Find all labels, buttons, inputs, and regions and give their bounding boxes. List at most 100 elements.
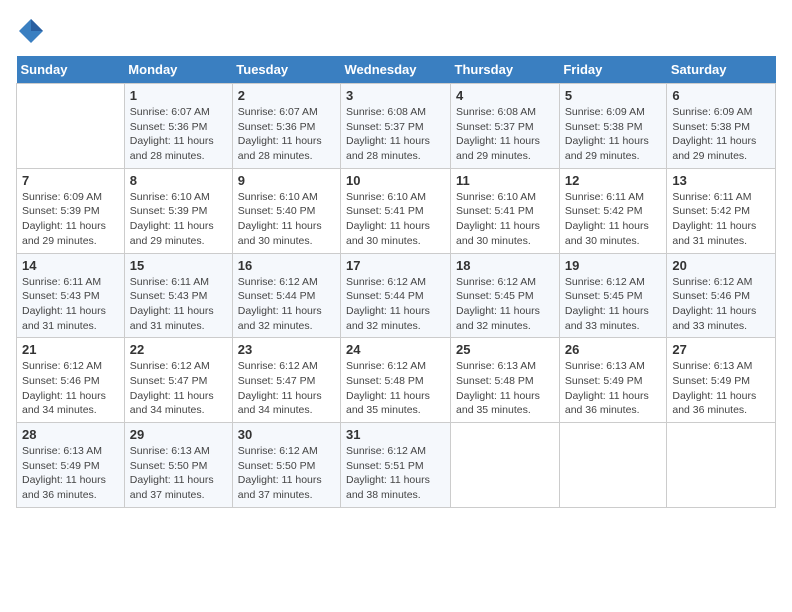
calendar-week-row: 7 Sunrise: 6:09 AMSunset: 5:39 PMDaylight… — [17, 168, 776, 253]
day-number: 12 — [565, 173, 662, 188]
calendar-cell: 5 Sunrise: 6:09 AMSunset: 5:38 PMDaylight… — [559, 84, 667, 169]
calendar-week-row: 14 Sunrise: 6:11 AMSunset: 5:43 PMDayligh… — [17, 253, 776, 338]
header-monday: Monday — [124, 56, 232, 84]
day-number: 17 — [346, 258, 445, 273]
calendar-cell: 15 Sunrise: 6:11 AMSunset: 5:43 PMDayligh… — [124, 253, 232, 338]
day-number: 20 — [672, 258, 770, 273]
day-info: Sunrise: 6:11 AMSunset: 5:43 PMDaylight:… — [130, 275, 227, 334]
calendar-header-row: SundayMondayTuesdayWednesdayThursdayFrid… — [17, 56, 776, 84]
calendar-cell: 30 Sunrise: 6:12 AMSunset: 5:50 PMDayligh… — [232, 423, 340, 508]
header-friday: Friday — [559, 56, 667, 84]
day-info: Sunrise: 6:12 AMSunset: 5:46 PMDaylight:… — [22, 359, 119, 418]
calendar-cell: 29 Sunrise: 6:13 AMSunset: 5:50 PMDayligh… — [124, 423, 232, 508]
day-number: 26 — [565, 342, 662, 357]
calendar-week-row: 28 Sunrise: 6:13 AMSunset: 5:49 PMDayligh… — [17, 423, 776, 508]
calendar-cell: 7 Sunrise: 6:09 AMSunset: 5:39 PMDaylight… — [17, 168, 125, 253]
calendar-cell: 25Sunrise: 6:13 AMSunset: 5:48 PMDayligh… — [451, 338, 560, 423]
day-info: Sunrise: 6:10 AMSunset: 5:40 PMDaylight:… — [238, 190, 335, 249]
calendar-cell: 13Sunrise: 6:11 AMSunset: 5:42 PMDayligh… — [667, 168, 776, 253]
day-number: 30 — [238, 427, 335, 442]
day-info: Sunrise: 6:11 AMSunset: 5:42 PMDaylight:… — [565, 190, 662, 249]
day-info: Sunrise: 6:12 AMSunset: 5:44 PMDaylight:… — [346, 275, 445, 334]
calendar-cell: 17 Sunrise: 6:12 AMSunset: 5:44 PMDayligh… — [341, 253, 451, 338]
calendar-cell: 31Sunrise: 6:12 AMSunset: 5:51 PMDayligh… — [341, 423, 451, 508]
calendar-cell: 18 Sunrise: 6:12 AMSunset: 5:45 PMDayligh… — [451, 253, 560, 338]
day-number: 18 — [456, 258, 554, 273]
calendar-cell: 28 Sunrise: 6:13 AMSunset: 5:49 PMDayligh… — [17, 423, 125, 508]
day-number: 22 — [130, 342, 227, 357]
day-info: Sunrise: 6:10 AMSunset: 5:39 PMDaylight:… — [130, 190, 227, 249]
day-info: Sunrise: 6:12 AMSunset: 5:45 PMDaylight:… — [456, 275, 554, 334]
day-info: Sunrise: 6:13 AMSunset: 5:49 PMDaylight:… — [565, 359, 662, 418]
logo — [16, 16, 50, 46]
header-saturday: Saturday — [667, 56, 776, 84]
day-info: Sunrise: 6:08 AMSunset: 5:37 PMDaylight:… — [456, 105, 554, 164]
calendar-table: SundayMondayTuesdayWednesdayThursdayFrid… — [16, 56, 776, 508]
day-number: 16 — [238, 258, 335, 273]
day-number: 8 — [130, 173, 227, 188]
calendar-cell — [667, 423, 776, 508]
day-number: 15 — [130, 258, 227, 273]
day-number: 1 — [130, 88, 227, 103]
header-thursday: Thursday — [451, 56, 560, 84]
calendar-cell: 23 Sunrise: 6:12 AMSunset: 5:47 PMDayligh… — [232, 338, 340, 423]
day-number: 29 — [130, 427, 227, 442]
day-number: 4 — [456, 88, 554, 103]
day-info: Sunrise: 6:13 AMSunset: 5:48 PMDaylight:… — [456, 359, 554, 418]
day-info: Sunrise: 6:12 AMSunset: 5:47 PMDaylight:… — [130, 359, 227, 418]
day-number: 13 — [672, 173, 770, 188]
logo-icon — [16, 16, 46, 46]
day-info: Sunrise: 6:12 AMSunset: 5:46 PMDaylight:… — [672, 275, 770, 334]
day-info: Sunrise: 6:13 AMSunset: 5:49 PMDaylight:… — [22, 444, 119, 503]
day-info: Sunrise: 6:09 AMSunset: 5:38 PMDaylight:… — [672, 105, 770, 164]
day-number: 31 — [346, 427, 445, 442]
calendar-cell: 26 Sunrise: 6:13 AMSunset: 5:49 PMDayligh… — [559, 338, 667, 423]
calendar-cell — [451, 423, 560, 508]
calendar-cell: 14 Sunrise: 6:11 AMSunset: 5:43 PMDayligh… — [17, 253, 125, 338]
calendar-cell: 11 Sunrise: 6:10 AMSunset: 5:41 PMDayligh… — [451, 168, 560, 253]
day-number: 10 — [346, 173, 445, 188]
calendar-week-row: 21 Sunrise: 6:12 AMSunset: 5:46 PMDayligh… — [17, 338, 776, 423]
calendar-cell: 3Sunrise: 6:08 AMSunset: 5:37 PMDaylight… — [341, 84, 451, 169]
calendar-cell: 6Sunrise: 6:09 AMSunset: 5:38 PMDaylight… — [667, 84, 776, 169]
calendar-cell: 10 Sunrise: 6:10 AMSunset: 5:41 PMDayligh… — [341, 168, 451, 253]
calendar-cell: 4 Sunrise: 6:08 AMSunset: 5:37 PMDaylight… — [451, 84, 560, 169]
day-info: Sunrise: 6:12 AMSunset: 5:50 PMDaylight:… — [238, 444, 335, 503]
calendar-cell: 24Sunrise: 6:12 AMSunset: 5:48 PMDayligh… — [341, 338, 451, 423]
calendar-cell: 2 Sunrise: 6:07 AMSunset: 5:36 PMDaylight… — [232, 84, 340, 169]
header-tuesday: Tuesday — [232, 56, 340, 84]
day-number: 14 — [22, 258, 119, 273]
calendar-cell: 22 Sunrise: 6:12 AMSunset: 5:47 PMDayligh… — [124, 338, 232, 423]
day-number: 23 — [238, 342, 335, 357]
calendar-cell: 20 Sunrise: 6:12 AMSunset: 5:46 PMDayligh… — [667, 253, 776, 338]
day-info: Sunrise: 6:10 AMSunset: 5:41 PMDaylight:… — [456, 190, 554, 249]
day-number: 28 — [22, 427, 119, 442]
day-info: Sunrise: 6:12 AMSunset: 5:48 PMDaylight:… — [346, 359, 445, 418]
day-info: Sunrise: 6:12 AMSunset: 5:47 PMDaylight:… — [238, 359, 335, 418]
calendar-cell: 9 Sunrise: 6:10 AMSunset: 5:40 PMDaylight… — [232, 168, 340, 253]
day-info: Sunrise: 6:07 AMSunset: 5:36 PMDaylight:… — [238, 105, 335, 164]
day-number: 27 — [672, 342, 770, 357]
day-info: Sunrise: 6:13 AMSunset: 5:50 PMDaylight:… — [130, 444, 227, 503]
day-number: 2 — [238, 88, 335, 103]
day-number: 7 — [22, 173, 119, 188]
day-info: Sunrise: 6:12 AMSunset: 5:44 PMDaylight:… — [238, 275, 335, 334]
calendar-cell: 21 Sunrise: 6:12 AMSunset: 5:46 PMDayligh… — [17, 338, 125, 423]
day-info: Sunrise: 6:08 AMSunset: 5:37 PMDaylight:… — [346, 105, 445, 164]
day-number: 9 — [238, 173, 335, 188]
day-number: 11 — [456, 173, 554, 188]
day-info: Sunrise: 6:09 AMSunset: 5:38 PMDaylight:… — [565, 105, 662, 164]
day-info: Sunrise: 6:11 AMSunset: 5:43 PMDaylight:… — [22, 275, 119, 334]
day-info: Sunrise: 6:13 AMSunset: 5:49 PMDaylight:… — [672, 359, 770, 418]
calendar-cell: 27 Sunrise: 6:13 AMSunset: 5:49 PMDayligh… — [667, 338, 776, 423]
calendar-cell: 16 Sunrise: 6:12 AMSunset: 5:44 PMDayligh… — [232, 253, 340, 338]
header-wednesday: Wednesday — [341, 56, 451, 84]
header-sunday: Sunday — [17, 56, 125, 84]
day-number: 5 — [565, 88, 662, 103]
day-info: Sunrise: 6:10 AMSunset: 5:41 PMDaylight:… — [346, 190, 445, 249]
day-number: 21 — [22, 342, 119, 357]
calendar-cell: 19Sunrise: 6:12 AMSunset: 5:45 PMDayligh… — [559, 253, 667, 338]
day-info: Sunrise: 6:09 AMSunset: 5:39 PMDaylight:… — [22, 190, 119, 249]
page-header — [16, 16, 776, 46]
day-info: Sunrise: 6:07 AMSunset: 5:36 PMDaylight:… — [130, 105, 227, 164]
